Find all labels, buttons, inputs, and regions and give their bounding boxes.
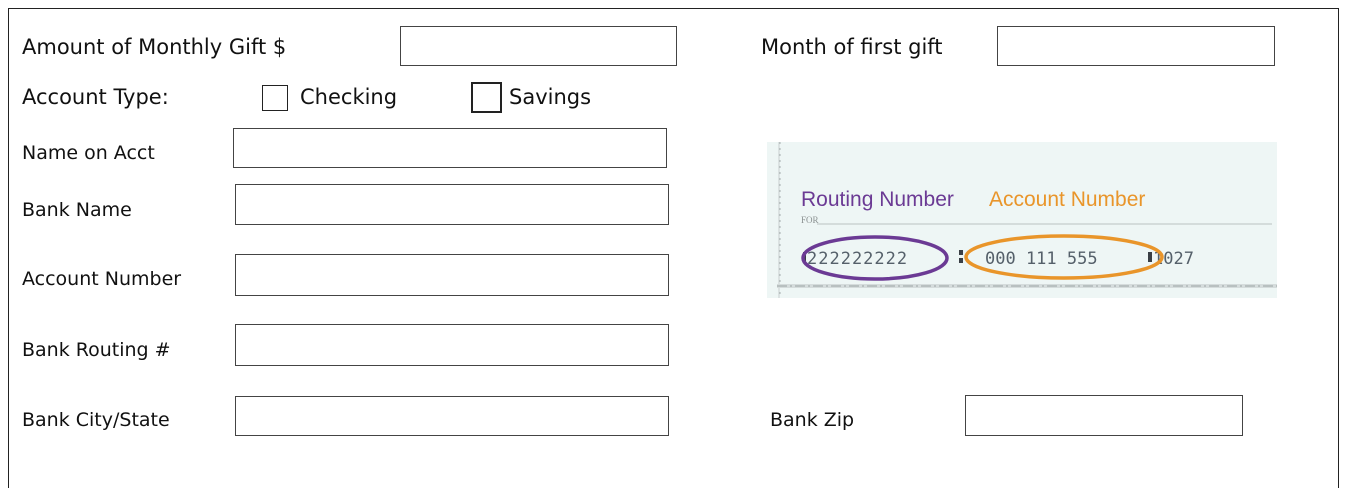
- for-text: FOR: [801, 215, 819, 225]
- bank-city-state-input[interactable]: [235, 396, 669, 436]
- account-number-label: Account Number: [22, 268, 182, 290]
- routing-number-caption: Routing Number: [801, 188, 954, 211]
- first-gift-month-label: Month of first gift: [761, 35, 943, 59]
- bank-zip-input[interactable]: [965, 395, 1243, 436]
- name-on-acct-input[interactable]: [233, 128, 667, 168]
- monthly-gift-input[interactable]: [400, 26, 677, 66]
- savings-checkbox[interactable]: [471, 82, 502, 113]
- checking-checkbox[interactable]: [262, 85, 288, 111]
- account-number-caption: Account Number: [989, 188, 1145, 211]
- routing-digits: 222222222: [807, 249, 908, 269]
- checking-label: Checking: [300, 85, 398, 109]
- monthly-gift-label: Amount of Monthly Gift $: [22, 35, 287, 59]
- bank-routing-label: Bank Routing #: [22, 339, 171, 361]
- check-illustration: Routing Number Account Number FOR 222222…: [777, 142, 1277, 298]
- bank-city-state-label: Bank City/State: [22, 409, 170, 431]
- account-type-label: Account Type:: [22, 85, 169, 109]
- account-digits: 000 111 555: [985, 249, 1098, 269]
- bank-name-label: Bank Name: [22, 199, 132, 221]
- bank-name-input[interactable]: [235, 184, 669, 225]
- name-on-acct-label: Name on Acct: [22, 142, 155, 164]
- savings-label: Savings: [509, 85, 592, 109]
- bank-zip-label: Bank Zip: [770, 409, 855, 431]
- account-number-input[interactable]: [235, 254, 669, 296]
- bank-routing-input[interactable]: [235, 324, 669, 366]
- first-gift-month-input[interactable]: [997, 26, 1275, 66]
- check-example-image: Routing Number Account Number FOR 222222…: [767, 142, 1277, 298]
